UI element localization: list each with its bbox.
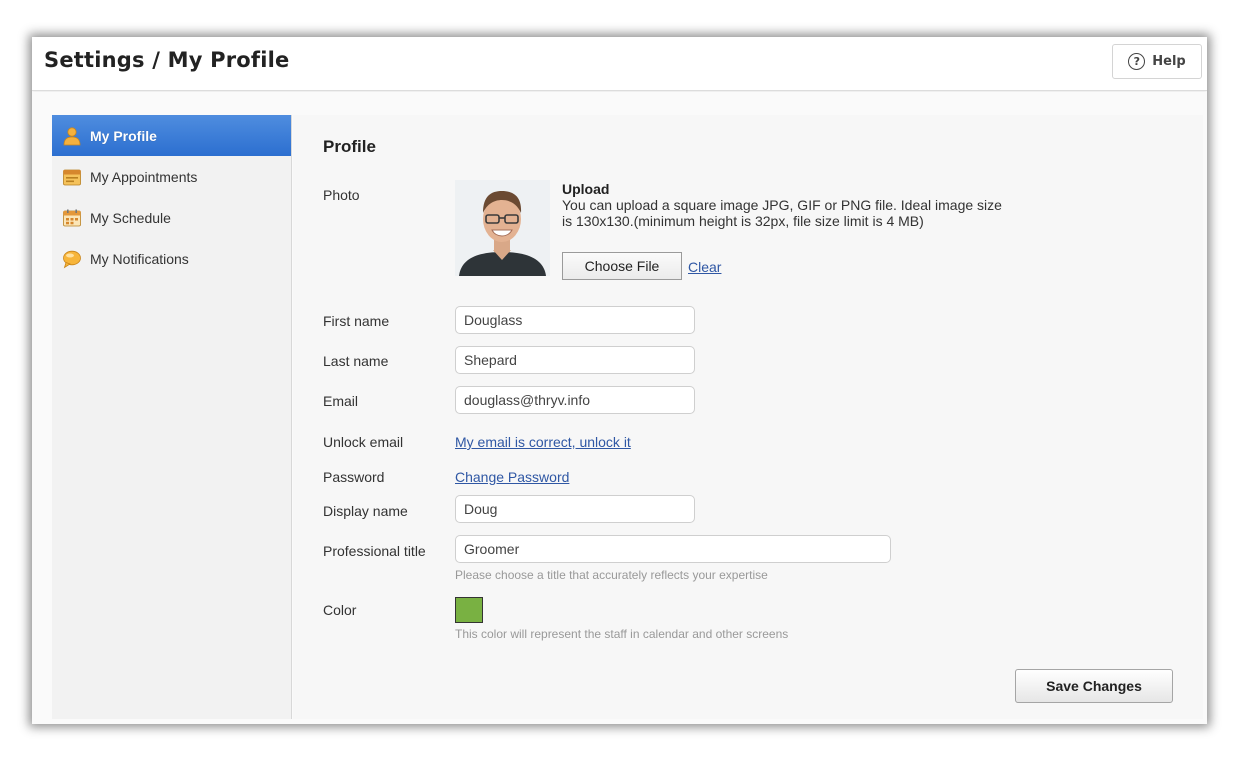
color-label: Color xyxy=(323,602,357,618)
choose-file-button[interactable]: Choose File xyxy=(562,252,682,280)
display-name-label: Display name xyxy=(323,503,408,519)
password-label: Password xyxy=(323,469,385,485)
color-hint: This color will represent the staff in c… xyxy=(455,627,789,641)
last-name-input[interactable] xyxy=(455,346,695,374)
page-title: Settings / My Profile xyxy=(44,48,290,72)
upload-title: Upload xyxy=(562,181,610,197)
unlock-email-label: Unlock email xyxy=(323,434,404,450)
change-password-link[interactable]: Change Password xyxy=(455,469,569,485)
email-input[interactable] xyxy=(455,386,695,414)
first-name-label: First name xyxy=(323,313,390,329)
unlock-email-link[interactable]: My email is correct, unlock it xyxy=(455,434,631,450)
appointments-icon xyxy=(63,169,81,185)
help-icon: ? xyxy=(1128,53,1146,70)
app-window: Settings / My Profile ? Help My Profile xyxy=(32,37,1207,724)
profile-panel: Profile Photo Upload You can upload a sq… xyxy=(293,115,1203,719)
top-bar: Settings / My Profile ? Help xyxy=(32,37,1207,91)
user-icon xyxy=(63,126,81,145)
body-area: My Profile My Appointments My Schedule M… xyxy=(32,92,1207,724)
sidebar-item-my-appointments[interactable]: My Appointments xyxy=(52,156,291,197)
email-label: Email xyxy=(323,393,359,409)
color-swatch[interactable] xyxy=(455,597,483,623)
professional-title-hint: Please choose a title that accurately re… xyxy=(455,568,768,582)
sidebar-item-my-schedule[interactable]: My Schedule xyxy=(52,197,291,238)
sidebar-item-label: My Profile xyxy=(90,127,157,144)
notification-bubble-icon xyxy=(63,250,81,268)
upload-description: You can upload a square image JPG, GIF o… xyxy=(562,197,1002,229)
help-label: Help xyxy=(1152,54,1186,69)
sidebar-item-label: My Notifications xyxy=(90,250,189,267)
sidebar-item-my-profile[interactable]: My Profile xyxy=(52,115,291,156)
sidebar-item-label: My Schedule xyxy=(90,209,171,226)
display-name-input[interactable] xyxy=(455,495,695,523)
clear-photo-link[interactable]: Clear xyxy=(688,259,721,275)
help-button[interactable]: ? Help xyxy=(1112,44,1202,79)
last-name-label: Last name xyxy=(323,353,389,369)
professional-title-input[interactable] xyxy=(455,535,891,563)
sidebar: My Profile My Appointments My Schedule M… xyxy=(52,115,292,719)
save-changes-button[interactable]: Save Changes xyxy=(1015,669,1173,703)
section-title: Profile xyxy=(323,137,376,156)
sidebar-item-label: My Appointments xyxy=(90,168,198,185)
professional-title-label: Professional title xyxy=(323,543,426,559)
profile-photo xyxy=(455,180,550,276)
calendar-icon xyxy=(63,209,81,226)
avatar-image xyxy=(455,180,550,276)
first-name-input[interactable] xyxy=(455,306,695,334)
sidebar-item-my-notifications[interactable]: My Notifications xyxy=(52,238,291,279)
photo-label: Photo xyxy=(323,187,360,203)
